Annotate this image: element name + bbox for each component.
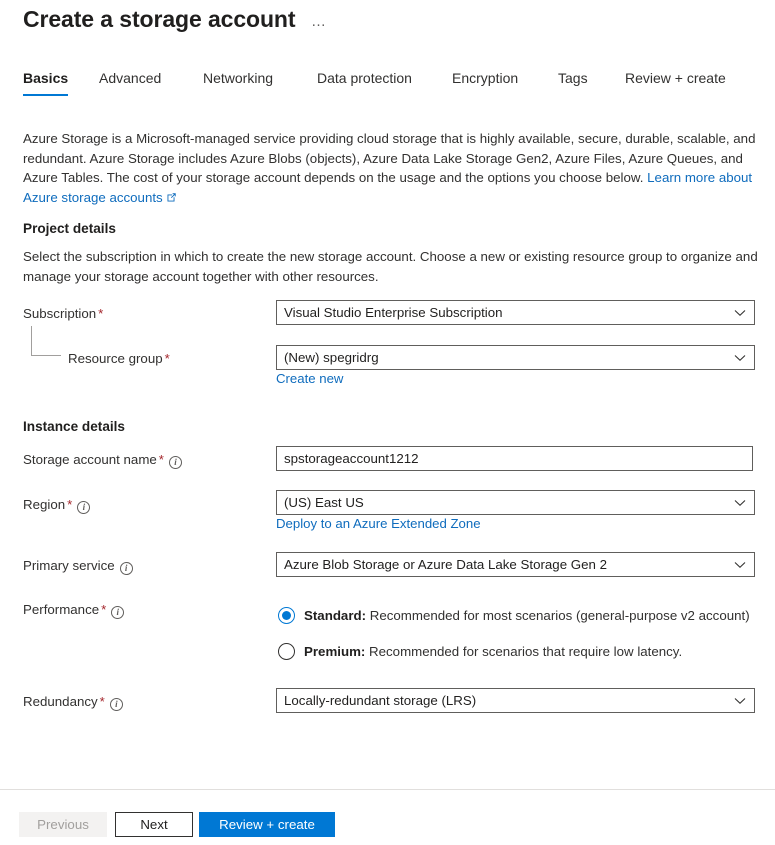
region-label: Region * i bbox=[23, 497, 91, 514]
tab-encryption[interactable]: Encryption bbox=[452, 70, 518, 96]
primary-service-value: Azure Blob Storage or Azure Data Lake St… bbox=[284, 557, 608, 572]
storage-account-name-label: Storage account name * i bbox=[23, 452, 182, 469]
performance-label: Performance * i bbox=[23, 602, 125, 619]
deploy-extended-zone-link[interactable]: Deploy to an Azure Extended Zone bbox=[276, 516, 481, 531]
performance-standard-label: Standard: Recommended for most scenarios… bbox=[304, 608, 750, 623]
info-icon[interactable]: i bbox=[111, 606, 125, 619]
resource-group-dropdown[interactable]: (New) spegridrg bbox=[276, 345, 755, 370]
blade-header: Create a storage account … bbox=[0, 0, 775, 62]
performance-required-asterisk: * bbox=[101, 602, 107, 617]
performance-option-standard[interactable]: Standard: Recommended for most scenarios… bbox=[278, 607, 750, 624]
chevron-down-icon bbox=[734, 561, 746, 569]
chevron-down-icon bbox=[734, 354, 746, 362]
resource-group-value: (New) spegridrg bbox=[284, 350, 379, 365]
region-value: (US) East US bbox=[284, 495, 364, 510]
subscription-value: Visual Studio Enterprise Subscription bbox=[284, 305, 503, 320]
subscription-required-asterisk: * bbox=[98, 306, 104, 321]
info-icon[interactable]: i bbox=[109, 698, 123, 711]
external-link-icon bbox=[166, 189, 177, 209]
resource-group-tree-connector bbox=[31, 326, 61, 356]
storage-account-name-value: spstorageaccount1212 bbox=[284, 451, 419, 466]
info-icon[interactable]: i bbox=[168, 456, 182, 469]
radio-standard-icon[interactable] bbox=[278, 607, 295, 624]
intro-text: Azure Storage is a Microsoft-managed ser… bbox=[23, 131, 756, 185]
redundancy-label: Redundancy * i bbox=[23, 694, 123, 711]
storage-account-name-label-text: Storage account name bbox=[23, 452, 157, 467]
create-new-resource-group-link[interactable]: Create new bbox=[276, 371, 343, 386]
chevron-down-icon bbox=[734, 499, 746, 507]
redundancy-dropdown[interactable]: Locally-redundant storage (LRS) bbox=[276, 688, 755, 713]
wizard-footer: Previous Next Review + create bbox=[0, 790, 775, 845]
redundancy-value: Locally-redundant storage (LRS) bbox=[284, 693, 477, 708]
performance-premium-desc: Recommended for scenarios that require l… bbox=[365, 644, 683, 659]
performance-label-text: Performance bbox=[23, 602, 100, 617]
performance-option-premium[interactable]: Premium: Recommended for scenarios that … bbox=[278, 643, 682, 660]
resource-group-required-asterisk: * bbox=[164, 351, 170, 366]
previous-button[interactable]: Previous bbox=[19, 812, 107, 837]
redundancy-required-asterisk: * bbox=[99, 694, 105, 709]
intro-paragraph: Azure Storage is a Microsoft-managed ser… bbox=[23, 129, 758, 208]
create-storage-account-blade: Create a storage account … Basics Advance… bbox=[0, 0, 775, 845]
radio-premium-icon[interactable] bbox=[278, 643, 295, 660]
redundancy-label-text: Redundancy bbox=[23, 694, 98, 709]
review-create-button[interactable]: Review + create bbox=[199, 812, 335, 837]
tab-advanced[interactable]: Advanced bbox=[99, 70, 161, 96]
tab-review-create[interactable]: Review + create bbox=[625, 70, 726, 96]
chevron-down-icon bbox=[734, 697, 746, 705]
performance-premium-label: Premium: Recommended for scenarios that … bbox=[304, 644, 682, 659]
chevron-down-icon bbox=[734, 309, 746, 317]
tab-networking[interactable]: Networking bbox=[203, 70, 273, 96]
project-details-heading: Project details bbox=[23, 221, 116, 236]
subscription-dropdown[interactable]: Visual Studio Enterprise Subscription bbox=[276, 300, 755, 325]
resource-group-label-text: Resource group bbox=[68, 351, 163, 366]
storage-account-name-input[interactable]: spstorageaccount1212 bbox=[276, 446, 753, 471]
region-dropdown[interactable]: (US) East US bbox=[276, 490, 755, 515]
wizard-tabs: Basics Advanced Networking Data protection E… bbox=[0, 70, 775, 104]
storage-account-name-required-asterisk: * bbox=[158, 452, 164, 467]
performance-premium-name: Premium: bbox=[304, 644, 366, 659]
resource-group-label: Resource group * bbox=[68, 351, 170, 366]
tab-data-protection[interactable]: Data protection bbox=[317, 70, 412, 96]
instance-details-heading: Instance details bbox=[23, 419, 125, 434]
info-icon[interactable]: i bbox=[77, 501, 91, 514]
performance-standard-desc: Recommended for most scenarios (general-… bbox=[366, 608, 750, 623]
tab-tags[interactable]: Tags bbox=[558, 70, 588, 96]
performance-standard-name: Standard: bbox=[304, 608, 367, 623]
primary-service-label: Primary service i bbox=[23, 558, 133, 575]
subscription-label-text: Subscription bbox=[23, 306, 97, 321]
page-title: Create a storage account bbox=[23, 6, 296, 32]
region-label-text: Region bbox=[23, 497, 66, 512]
primary-service-label-text: Primary service bbox=[23, 558, 115, 573]
region-required-asterisk: * bbox=[67, 497, 73, 512]
tab-basics[interactable]: Basics bbox=[23, 70, 69, 96]
subscription-label: Subscription * bbox=[23, 306, 103, 321]
info-icon[interactable]: i bbox=[119, 562, 133, 575]
project-details-description: Select the subscription in which to crea… bbox=[23, 249, 758, 284]
next-button[interactable]: Next bbox=[115, 812, 193, 837]
primary-service-dropdown[interactable]: Azure Blob Storage or Azure Data Lake St… bbox=[276, 552, 755, 577]
overflow-menu-icon[interactable]: … bbox=[311, 14, 327, 30]
